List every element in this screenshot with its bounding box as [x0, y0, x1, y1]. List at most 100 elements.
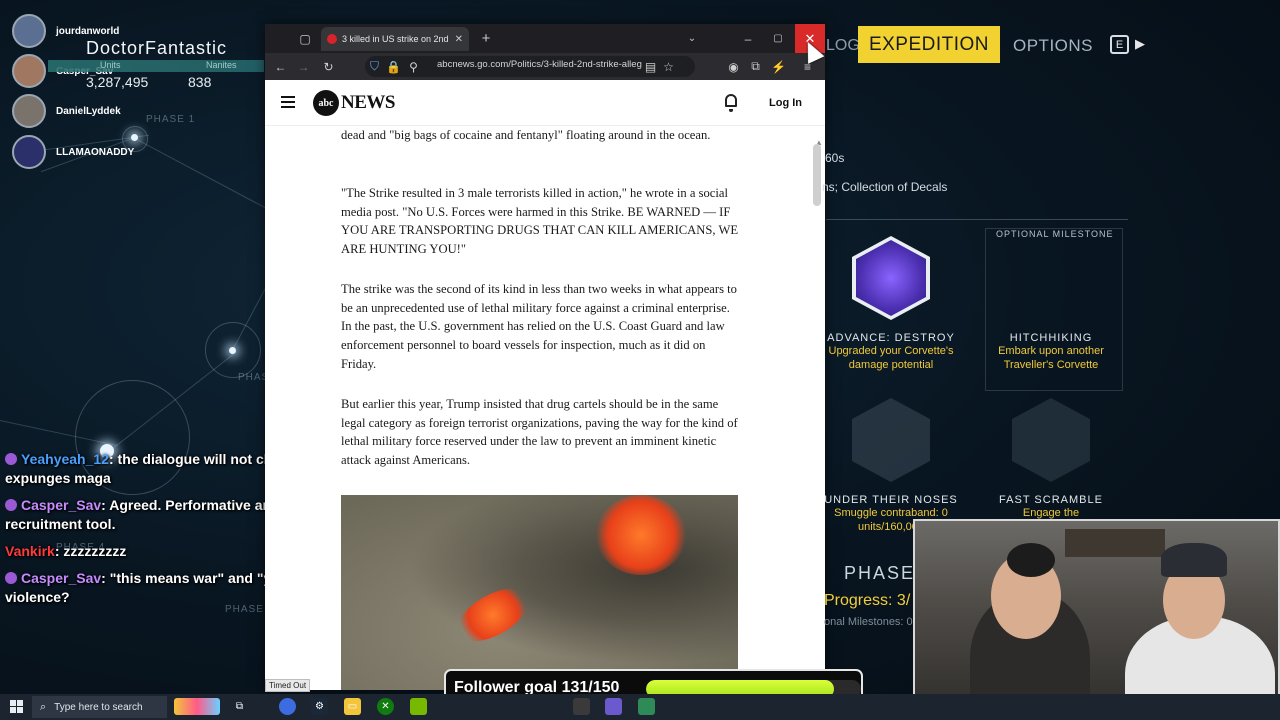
nanites-label: Nanites: [206, 60, 237, 70]
steam-icon[interactable]: ⚙: [311, 698, 328, 715]
app-icon[interactable]: [573, 698, 590, 715]
avatar: [12, 135, 46, 169]
milestone-title: ADVANCE: DESTROY: [827, 332, 955, 344]
avatar: [12, 14, 46, 48]
optional-milestone-label: OPTIONAL MILESTONE: [996, 229, 1114, 239]
timer-text: 60s: [825, 151, 845, 165]
article-paragraph: dead and "big bags of cocaine and fentan…: [341, 128, 711, 142]
browser-toolbar: ← → ↻ ⛉ 🔒 ⚲ abcnews.go.com/Politics/3-ki…: [265, 53, 825, 80]
site-header: abc NEWS Log In ▲: [265, 80, 825, 147]
tab-list-chevron-icon[interactable]: ⌄: [683, 24, 701, 53]
notification-bell-icon[interactable]: [725, 94, 737, 112]
article-paragraph: The strike was the second of its kind in…: [341, 282, 737, 371]
milestone-title: FAST SCRAMBLE: [999, 494, 1103, 506]
login-button[interactable]: Log In: [769, 97, 802, 109]
game-player-name: DoctorFantastic: [86, 38, 228, 58]
article-paragraph: "The Strike resulted in 3 male terrorist…: [341, 186, 739, 257]
taskbar-widgets-icon[interactable]: [174, 698, 220, 715]
reader-mode-icon[interactable]: ▤: [642, 58, 659, 75]
extension-app-icon[interactable]: ⚡: [770, 58, 787, 75]
chat-text: zzzzzzzzz: [63, 543, 127, 559]
currency-bar: Units Nanites: [48, 60, 264, 72]
lock-icon[interactable]: 🔒: [385, 58, 402, 75]
milestone-title: HITCHHIKING: [1009, 332, 1093, 344]
abc-favicon-icon: [327, 34, 337, 44]
tab-options[interactable]: OPTIONS: [1013, 36, 1093, 56]
account-icon[interactable]: ◉: [725, 58, 742, 75]
next-tab-arrow-icon[interactable]: ▶: [1135, 36, 1145, 52]
tab-bar: ▢ 3 killed in US strike on 2nd alleg ✕ +…: [265, 24, 825, 53]
obs-icon[interactable]: [605, 698, 622, 715]
search-placeholder: Type here to search: [54, 701, 143, 713]
chat-username: Casper_Sav: [21, 497, 102, 513]
divider: [826, 219, 1128, 220]
nvidia-icon[interactable]: [410, 698, 427, 715]
reward-text: ns; Collection of Decals: [822, 180, 948, 194]
app-icon[interactable]: [638, 698, 655, 715]
article-video-frame[interactable]: [341, 495, 738, 690]
windows-start-icon[interactable]: [10, 700, 23, 713]
avatar: [12, 94, 46, 128]
phase-progress: Progress: 3/: [824, 592, 911, 609]
viewer-name: DanielLyddek: [56, 105, 121, 117]
taskbar-search[interactable]: ⌕ Type here to search: [32, 696, 167, 718]
status-tooltip: Timed Out: [265, 679, 311, 692]
fire-blob: [596, 495, 686, 575]
cap-icon: [1161, 543, 1227, 577]
tab-close-icon[interactable]: ✕: [455, 34, 463, 45]
viewer-item: LLAMAONADDY: [12, 135, 134, 169]
tab-expedition[interactable]: EXPEDITION: [858, 26, 1000, 63]
burning-boat: [448, 577, 538, 653]
forward-icon[interactable]: →: [295, 58, 312, 75]
news-logo-text[interactable]: NEWS: [341, 92, 395, 114]
page-scrollbar[interactable]: [813, 144, 821, 206]
task-view-icon[interactable]: ⧉: [231, 698, 248, 715]
abc-logo[interactable]: abc: [313, 90, 339, 116]
key-hint-e: E: [1110, 35, 1129, 54]
background-shelf: [1065, 529, 1165, 557]
locked-milestone-hex[interactable]: [1012, 398, 1090, 482]
user-badge-icon: [5, 453, 17, 465]
tab-log[interactable]: LOG: [826, 37, 860, 55]
xbox-icon[interactable]: ✕: [377, 698, 394, 715]
viewer-item: DanielLyddek: [12, 94, 121, 128]
units-label: Units: [100, 60, 121, 70]
viewer-name: jourdanworld: [56, 25, 120, 37]
phase-label-1: PHASE 1: [146, 114, 196, 125]
windows-taskbar: ⌕ Type here to search ⧉ ⚙ ▭ ✕: [0, 694, 1280, 720]
new-tab-icon[interactable]: +: [477, 24, 495, 53]
tab-title: 3 killed in US strike on 2nd alleg: [342, 34, 450, 44]
viewer-name: LLAMAONADDY: [56, 146, 135, 158]
search-icon: ⌕: [40, 700, 47, 713]
browser-taskbar-icon[interactable]: [279, 698, 296, 715]
user-badge-icon: [5, 572, 17, 584]
chat-username: Casper_Sav: [21, 570, 102, 586]
chat-username: Vankirk: [5, 543, 55, 559]
milestone-desc: Upgraded your Corvette's damage potentia…: [828, 345, 954, 371]
webcam-feed: [913, 519, 1280, 720]
chat-username: Yeahyeah_12: [21, 451, 109, 467]
headphones-icon: [1007, 543, 1055, 577]
browser-tab[interactable]: 3 killed in US strike on 2nd alleg ✕: [321, 27, 469, 51]
avatar: [12, 54, 46, 88]
nanites-value: 838: [188, 74, 212, 90]
extensions-icon[interactable]: ⧉: [747, 58, 764, 75]
milestone-title: UNDER THEIR NOSES: [824, 494, 958, 506]
milestone-desc: Embark upon another Traveller's Corvette: [998, 345, 1104, 371]
optional-milestones-count: onal Milestones: 0: [824, 616, 913, 628]
locked-milestone-hex[interactable]: [852, 398, 930, 482]
browser-window: ▢ 3 killed in US strike on 2nd alleg ✕ +…: [265, 24, 825, 690]
reload-icon[interactable]: ↻: [320, 58, 337, 75]
article-paragraph: But earlier this year, Trump insisted th…: [341, 397, 738, 468]
favorites-star-icon[interactable]: ☆: [660, 58, 677, 75]
maximize-icon[interactable]: ▢: [769, 24, 787, 53]
back-icon[interactable]: ←: [272, 58, 289, 75]
shield-icon[interactable]: ⛉: [366, 58, 383, 75]
file-explorer-icon[interactable]: ▭: [344, 698, 361, 715]
tab-actions-icon[interactable]: ▢: [295, 24, 315, 53]
minimize-icon[interactable]: –: [739, 24, 757, 53]
hamburger-menu-icon[interactable]: [281, 96, 295, 108]
site-settings-icon[interactable]: ⚲: [405, 58, 422, 75]
user-badge-icon: [5, 499, 17, 511]
url-text[interactable]: abcnews.go.com/Politics/3-killed-2nd-str…: [437, 59, 647, 70]
